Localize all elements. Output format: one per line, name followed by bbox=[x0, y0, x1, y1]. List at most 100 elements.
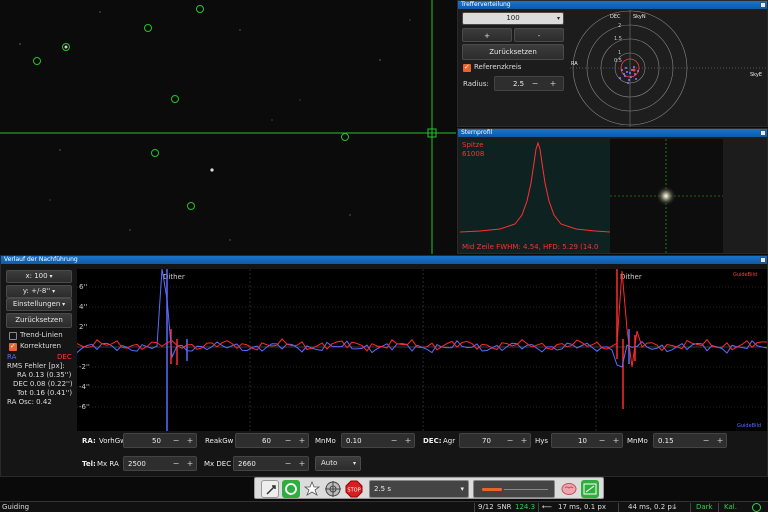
star-marker bbox=[171, 95, 179, 103]
ra-osc: RA Osc: 0.42 bbox=[7, 398, 52, 406]
ref-circle-checkbox[interactable] bbox=[463, 63, 471, 72]
dec-mode-select[interactable]: Auto ▾ bbox=[315, 456, 361, 471]
status-mode: Guiding bbox=[2, 503, 30, 511]
ra-vorhgw-spinner[interactable]: 50 − + bbox=[123, 433, 197, 448]
axis-label-ra: RA bbox=[571, 61, 578, 67]
tel-param-label: Tel: bbox=[82, 460, 96, 468]
chevron-down-icon: ▾ bbox=[352, 460, 356, 467]
status-frames: 9/12 bbox=[478, 503, 494, 511]
y-tick: 6'' bbox=[79, 283, 87, 291]
dec-hys-decrement[interactable]: − bbox=[596, 434, 608, 448]
exposure-select[interactable]: 2.5 s ▾ bbox=[369, 480, 469, 498]
mxra-decrement[interactable]: − bbox=[170, 457, 182, 471]
chevron-down-icon: ▾ bbox=[47, 273, 53, 280]
zoom-out-button[interactable]: - bbox=[514, 28, 564, 42]
radius-increment[interactable]: + bbox=[547, 77, 559, 91]
ra-reakgw-increment[interactable]: + bbox=[296, 434, 308, 448]
dec-agr-increment[interactable]: + bbox=[518, 434, 530, 448]
loop-icon[interactable] bbox=[282, 480, 300, 498]
ra-mnmo-increment[interactable]: + bbox=[402, 434, 414, 448]
guide-params: RA: VorhGw 50 − + ReakGw 60 − + MnMo 0.1… bbox=[79, 432, 768, 476]
reset-button[interactable]: Zurücksetzen bbox=[462, 44, 564, 60]
auto-select-star-icon[interactable] bbox=[303, 480, 321, 498]
ra-mnmo-spinner[interactable]: 0.10 − + bbox=[341, 433, 415, 448]
rms-dec: DEC 0.08 (0.22'') bbox=[13, 380, 73, 388]
target-panel-title-text: Trefferverteilung bbox=[461, 1, 511, 8]
dec-param-label: DEC: bbox=[423, 437, 442, 445]
dec-mnmo-decrement[interactable]: − bbox=[700, 434, 712, 448]
ra-vorhgw-value: 50 bbox=[152, 437, 161, 445]
usb-connect-icon[interactable] bbox=[261, 480, 279, 498]
settings-label: Einstellungen bbox=[12, 300, 61, 308]
mxdec-increment[interactable]: + bbox=[296, 457, 308, 471]
close-icon[interactable] bbox=[760, 2, 766, 8]
ra-vorhgw-increment[interactable]: + bbox=[184, 434, 196, 448]
y-tick: 4'' bbox=[79, 303, 87, 311]
close-icon[interactable] bbox=[760, 130, 766, 136]
mxra-increment[interactable]: + bbox=[184, 457, 196, 471]
mxdec-decrement[interactable]: − bbox=[282, 457, 294, 471]
guide-target-icon[interactable] bbox=[324, 480, 342, 498]
mxdec-value: 2660 bbox=[238, 460, 256, 468]
y-tick: -2'' bbox=[79, 363, 90, 371]
ra-vorhgw-decrement[interactable]: − bbox=[170, 434, 182, 448]
history-reset-button[interactable]: Zurücksetzen bbox=[6, 313, 72, 328]
length-select[interactable]: 100 ▾ bbox=[462, 12, 564, 25]
radius-value: 2.5 bbox=[513, 80, 525, 88]
mxdec-spinner[interactable]: 2660 − + bbox=[233, 456, 309, 471]
chevron-down-icon: ▾ bbox=[50, 288, 56, 295]
zoom-in-button[interactable]: + bbox=[462, 28, 512, 42]
brain-icon[interactable] bbox=[560, 480, 578, 498]
ra-param-label: RA: bbox=[82, 437, 96, 445]
dec-hys-increment[interactable]: + bbox=[610, 434, 622, 448]
phd2-window: Trefferverteilung 100 ▾ + - Zurücksetzen… bbox=[0, 0, 768, 512]
status-dec-pulse: 44 ms, 0.2 p: bbox=[628, 503, 675, 511]
dec-agr-value: 70 bbox=[482, 437, 491, 445]
gamma-slider-fill bbox=[482, 488, 502, 491]
arrow-left-icon: ⟵ bbox=[542, 503, 553, 511]
corner-label-bottom: GuideBild bbox=[737, 423, 761, 429]
ra-reakgw-spinner[interactable]: 60 − + bbox=[235, 433, 309, 448]
dec-agr-spinner[interactable]: 70 − + bbox=[459, 433, 531, 448]
star-marker bbox=[341, 133, 349, 141]
history-title: Verlauf der Nachführung bbox=[1, 256, 767, 264]
ra-mnmo-decrement[interactable]: − bbox=[388, 434, 400, 448]
y-tick: 2'' bbox=[79, 323, 87, 331]
dec-agr-decrement[interactable]: − bbox=[504, 434, 516, 448]
close-icon[interactable] bbox=[760, 257, 766, 263]
stop-icon[interactable]: STOP bbox=[345, 480, 363, 498]
x-scale-value: x: 100 bbox=[25, 272, 48, 280]
ring-label: 1 bbox=[618, 50, 621, 56]
svg-text:STOP: STOP bbox=[347, 488, 360, 494]
y-tick: -4'' bbox=[79, 383, 90, 391]
corrections-checkbox[interactable] bbox=[9, 342, 17, 351]
rms-tot: Tot 0.16 (0.41'') bbox=[17, 389, 73, 397]
history-title-text: Verlauf der Nachführung bbox=[4, 256, 78, 263]
radius-decrement[interactable]: − bbox=[529, 77, 541, 91]
mxra-spinner[interactable]: 2500 − + bbox=[123, 456, 197, 471]
dec-hys-spinner[interactable]: 10 − + bbox=[551, 433, 623, 448]
dec-mnmo-increment[interactable]: + bbox=[714, 434, 726, 448]
y-tick: -6'' bbox=[79, 403, 90, 411]
ra-reakgw-decrement[interactable]: − bbox=[282, 434, 294, 448]
camera-view[interactable] bbox=[0, 0, 456, 254]
radius-spinner[interactable]: 2.5 − + bbox=[494, 76, 564, 91]
x-scale-select[interactable]: x: 100 ▾ bbox=[6, 270, 72, 283]
ring-label: 1.5 bbox=[614, 36, 622, 42]
status-snr-value: 124.3 bbox=[515, 503, 536, 511]
corner-label-top: GuideBild bbox=[733, 272, 757, 278]
status-bar: Guiding 9/12 SNR 124.3 ⟵ 17 ms, 0.1 px 4… bbox=[0, 501, 768, 512]
mxra-label: Mx RA bbox=[97, 460, 119, 468]
trend-lines-checkbox[interactable] bbox=[9, 332, 17, 340]
status-ra-pulse: 17 ms, 0.1 px bbox=[558, 503, 606, 511]
ring-label: 2 bbox=[618, 23, 621, 29]
settings-button[interactable]: Einstellungen ▾ bbox=[6, 298, 72, 311]
calibration-icon[interactable] bbox=[581, 480, 599, 498]
camera-image bbox=[0, 0, 456, 254]
rms-title: RMS Fehler [px]: bbox=[7, 362, 65, 370]
y-scale-select[interactable]: y: +/-8'' ▾ bbox=[6, 285, 72, 298]
gamma-slider[interactable] bbox=[473, 480, 555, 498]
ring-label: 0.5 bbox=[614, 58, 622, 64]
star-profile-title-text: Sternprofil bbox=[461, 129, 493, 136]
dec-mnmo-spinner[interactable]: 0.15 − + bbox=[653, 433, 727, 448]
